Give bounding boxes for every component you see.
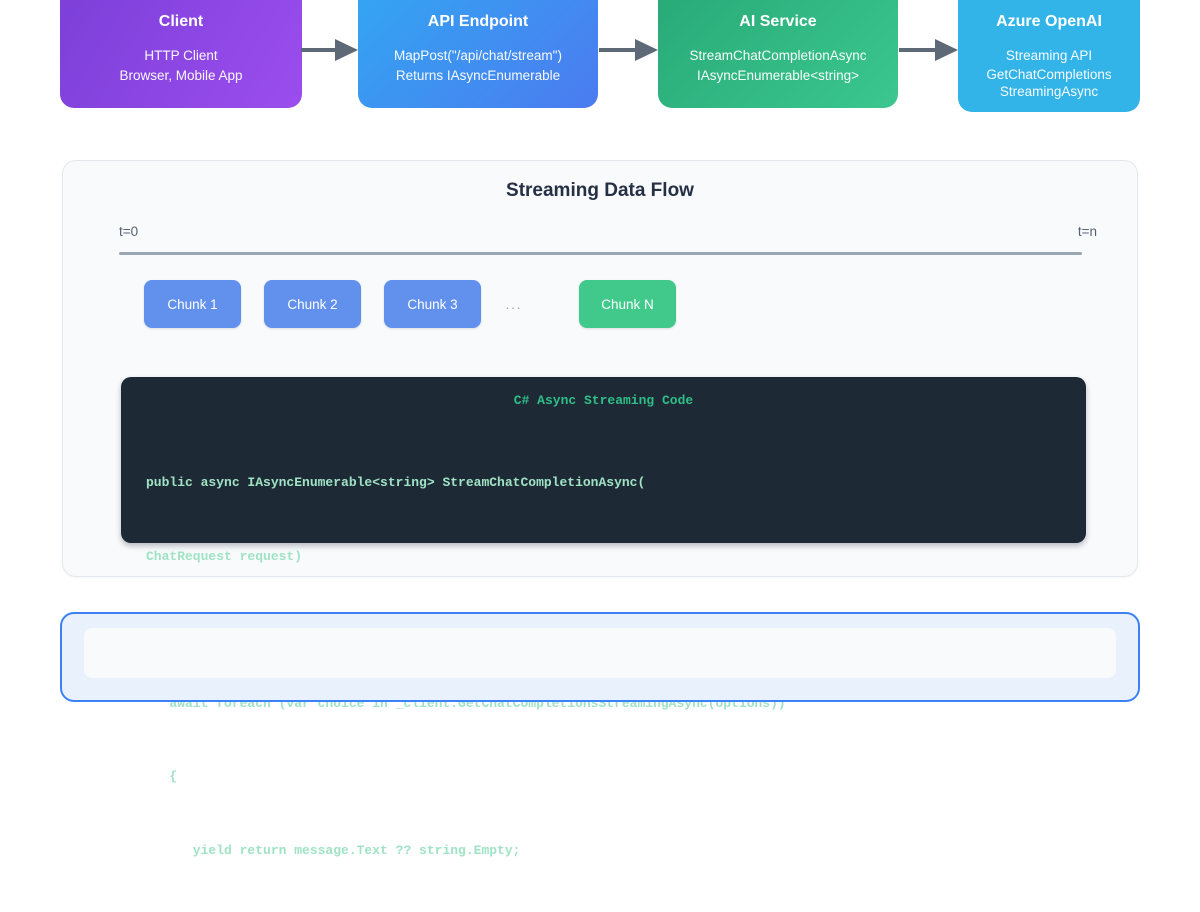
pipeline-node-api-endpoint: API Endpoint MapPost("/api/chat/stream")… bbox=[358, 0, 598, 108]
arrow-shaft bbox=[899, 48, 938, 52]
pipeline-node-client: Client HTTP Client Browser, Mobile App bbox=[60, 0, 302, 108]
code-block-title: C# Async Streaming Code bbox=[121, 377, 1086, 410]
node-subtitle-1: Streaming API bbox=[998, 46, 1100, 66]
timeline-start-label: t=0 bbox=[119, 224, 138, 239]
pipeline-node-ai-service: AI Service StreamChatCompletionAsync IAs… bbox=[658, 0, 898, 108]
node-subtitle-1: StreamChatCompletionAsync bbox=[681, 46, 874, 66]
node-title: API Endpoint bbox=[428, 12, 528, 32]
node-subtitle-2: Browser, Mobile App bbox=[111, 66, 250, 86]
chunk-2: Chunk 2 bbox=[264, 280, 361, 328]
node-title: AI Service bbox=[739, 12, 816, 32]
code-line: { bbox=[146, 765, 1086, 790]
timeline-labels: t=0 t=n bbox=[119, 224, 1097, 239]
bottom-panel-inner-card bbox=[84, 628, 1116, 678]
node-subtitle-1: HTTP Client bbox=[136, 46, 225, 66]
node-subtitle-1: MapPost("/api/chat/stream") bbox=[386, 46, 570, 66]
panel-title: Streaming Data Flow bbox=[63, 180, 1137, 202]
code-line: public async IAsyncEnumerable<string> St… bbox=[146, 471, 1086, 496]
flow-arrow-icon bbox=[899, 39, 958, 61]
arrow-head bbox=[635, 39, 658, 61]
chunk-1: Chunk 1 bbox=[144, 280, 241, 328]
timeline-end-label: t=n bbox=[1078, 224, 1097, 239]
chunk-row: Chunk 1 Chunk 2 Chunk 3 ... Chunk N bbox=[144, 280, 676, 328]
node-subtitle-2: GetChatCompletions StreamingAsync bbox=[958, 66, 1140, 100]
chunk-ellipsis: ... bbox=[504, 297, 524, 312]
code-line-yield-overflow: yield return message.Text ?? string.Empt… bbox=[146, 839, 1086, 864]
bottom-panel bbox=[60, 612, 1140, 702]
code-line: ChatRequest request) bbox=[146, 545, 1086, 570]
streaming-data-flow-panel: Streaming Data Flow t=0 t=n Chunk 1 Chun… bbox=[62, 160, 1138, 577]
node-subtitle-2: IAsyncEnumerable<string> bbox=[689, 66, 867, 86]
chunk-3: Chunk 3 bbox=[384, 280, 481, 328]
chunk-n: Chunk N bbox=[579, 280, 676, 328]
flow-arrow-icon bbox=[599, 39, 658, 61]
flow-arrow-icon bbox=[301, 39, 358, 61]
node-title: Client bbox=[159, 12, 203, 32]
arrow-shaft bbox=[599, 48, 638, 52]
timeline-axis bbox=[119, 252, 1082, 255]
arrow-head bbox=[335, 39, 358, 61]
node-title: Azure OpenAI bbox=[996, 12, 1102, 32]
node-subtitle-2: Returns IAsyncEnumerable bbox=[388, 66, 568, 86]
arrow-head bbox=[935, 39, 958, 61]
arrow-shaft bbox=[301, 48, 338, 52]
pipeline-node-azure-openai: Azure OpenAI Streaming API GetChatComple… bbox=[958, 0, 1140, 112]
code-block: C# Async Streaming Code public async IAs… bbox=[121, 377, 1086, 543]
